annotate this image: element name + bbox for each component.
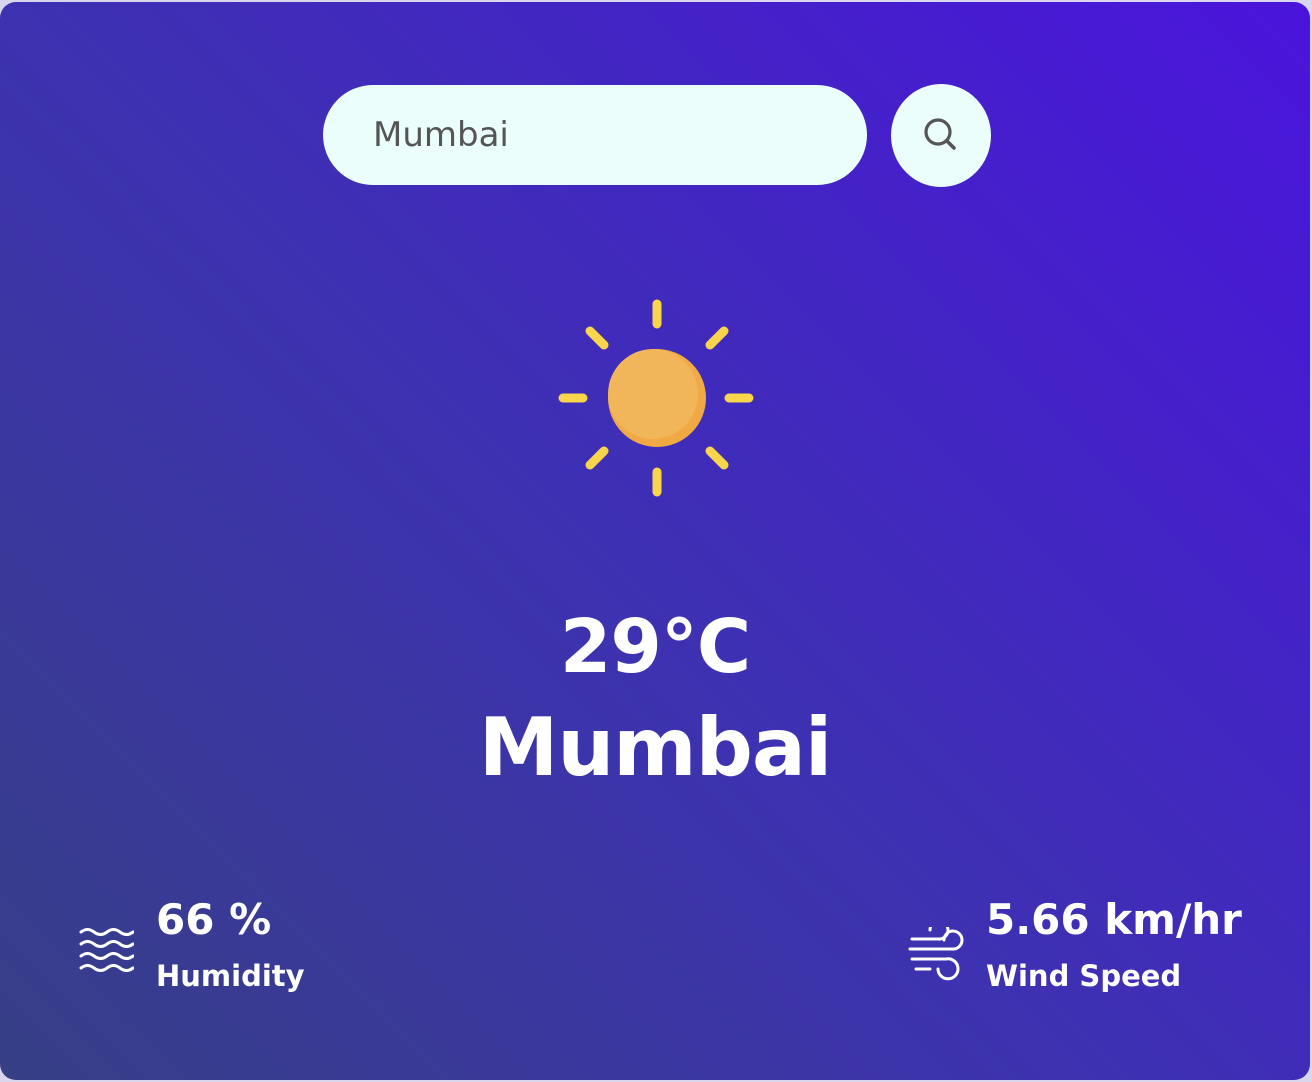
- wind-speed-label: Wind Speed: [986, 959, 1182, 993]
- wind-speed-value: 5.66 km/hr: [986, 895, 1242, 944]
- sun-icon: [558, 299, 754, 497]
- humidity-label: Humidity: [156, 959, 305, 993]
- search-button[interactable]: [891, 84, 991, 187]
- weather-card: 29°C Mumbai 66 % Humidity 5.66 km/hr Win…: [0, 2, 1310, 1080]
- search-icon: [924, 118, 956, 150]
- wind-icon: [908, 927, 964, 981]
- city-name: Mumbai: [478, 701, 833, 794]
- temperature: 29°C: [559, 604, 751, 690]
- humidity-value: 66 %: [156, 895, 272, 944]
- humidity-waves-icon: [79, 928, 134, 972]
- search-input[interactable]: [323, 85, 867, 185]
